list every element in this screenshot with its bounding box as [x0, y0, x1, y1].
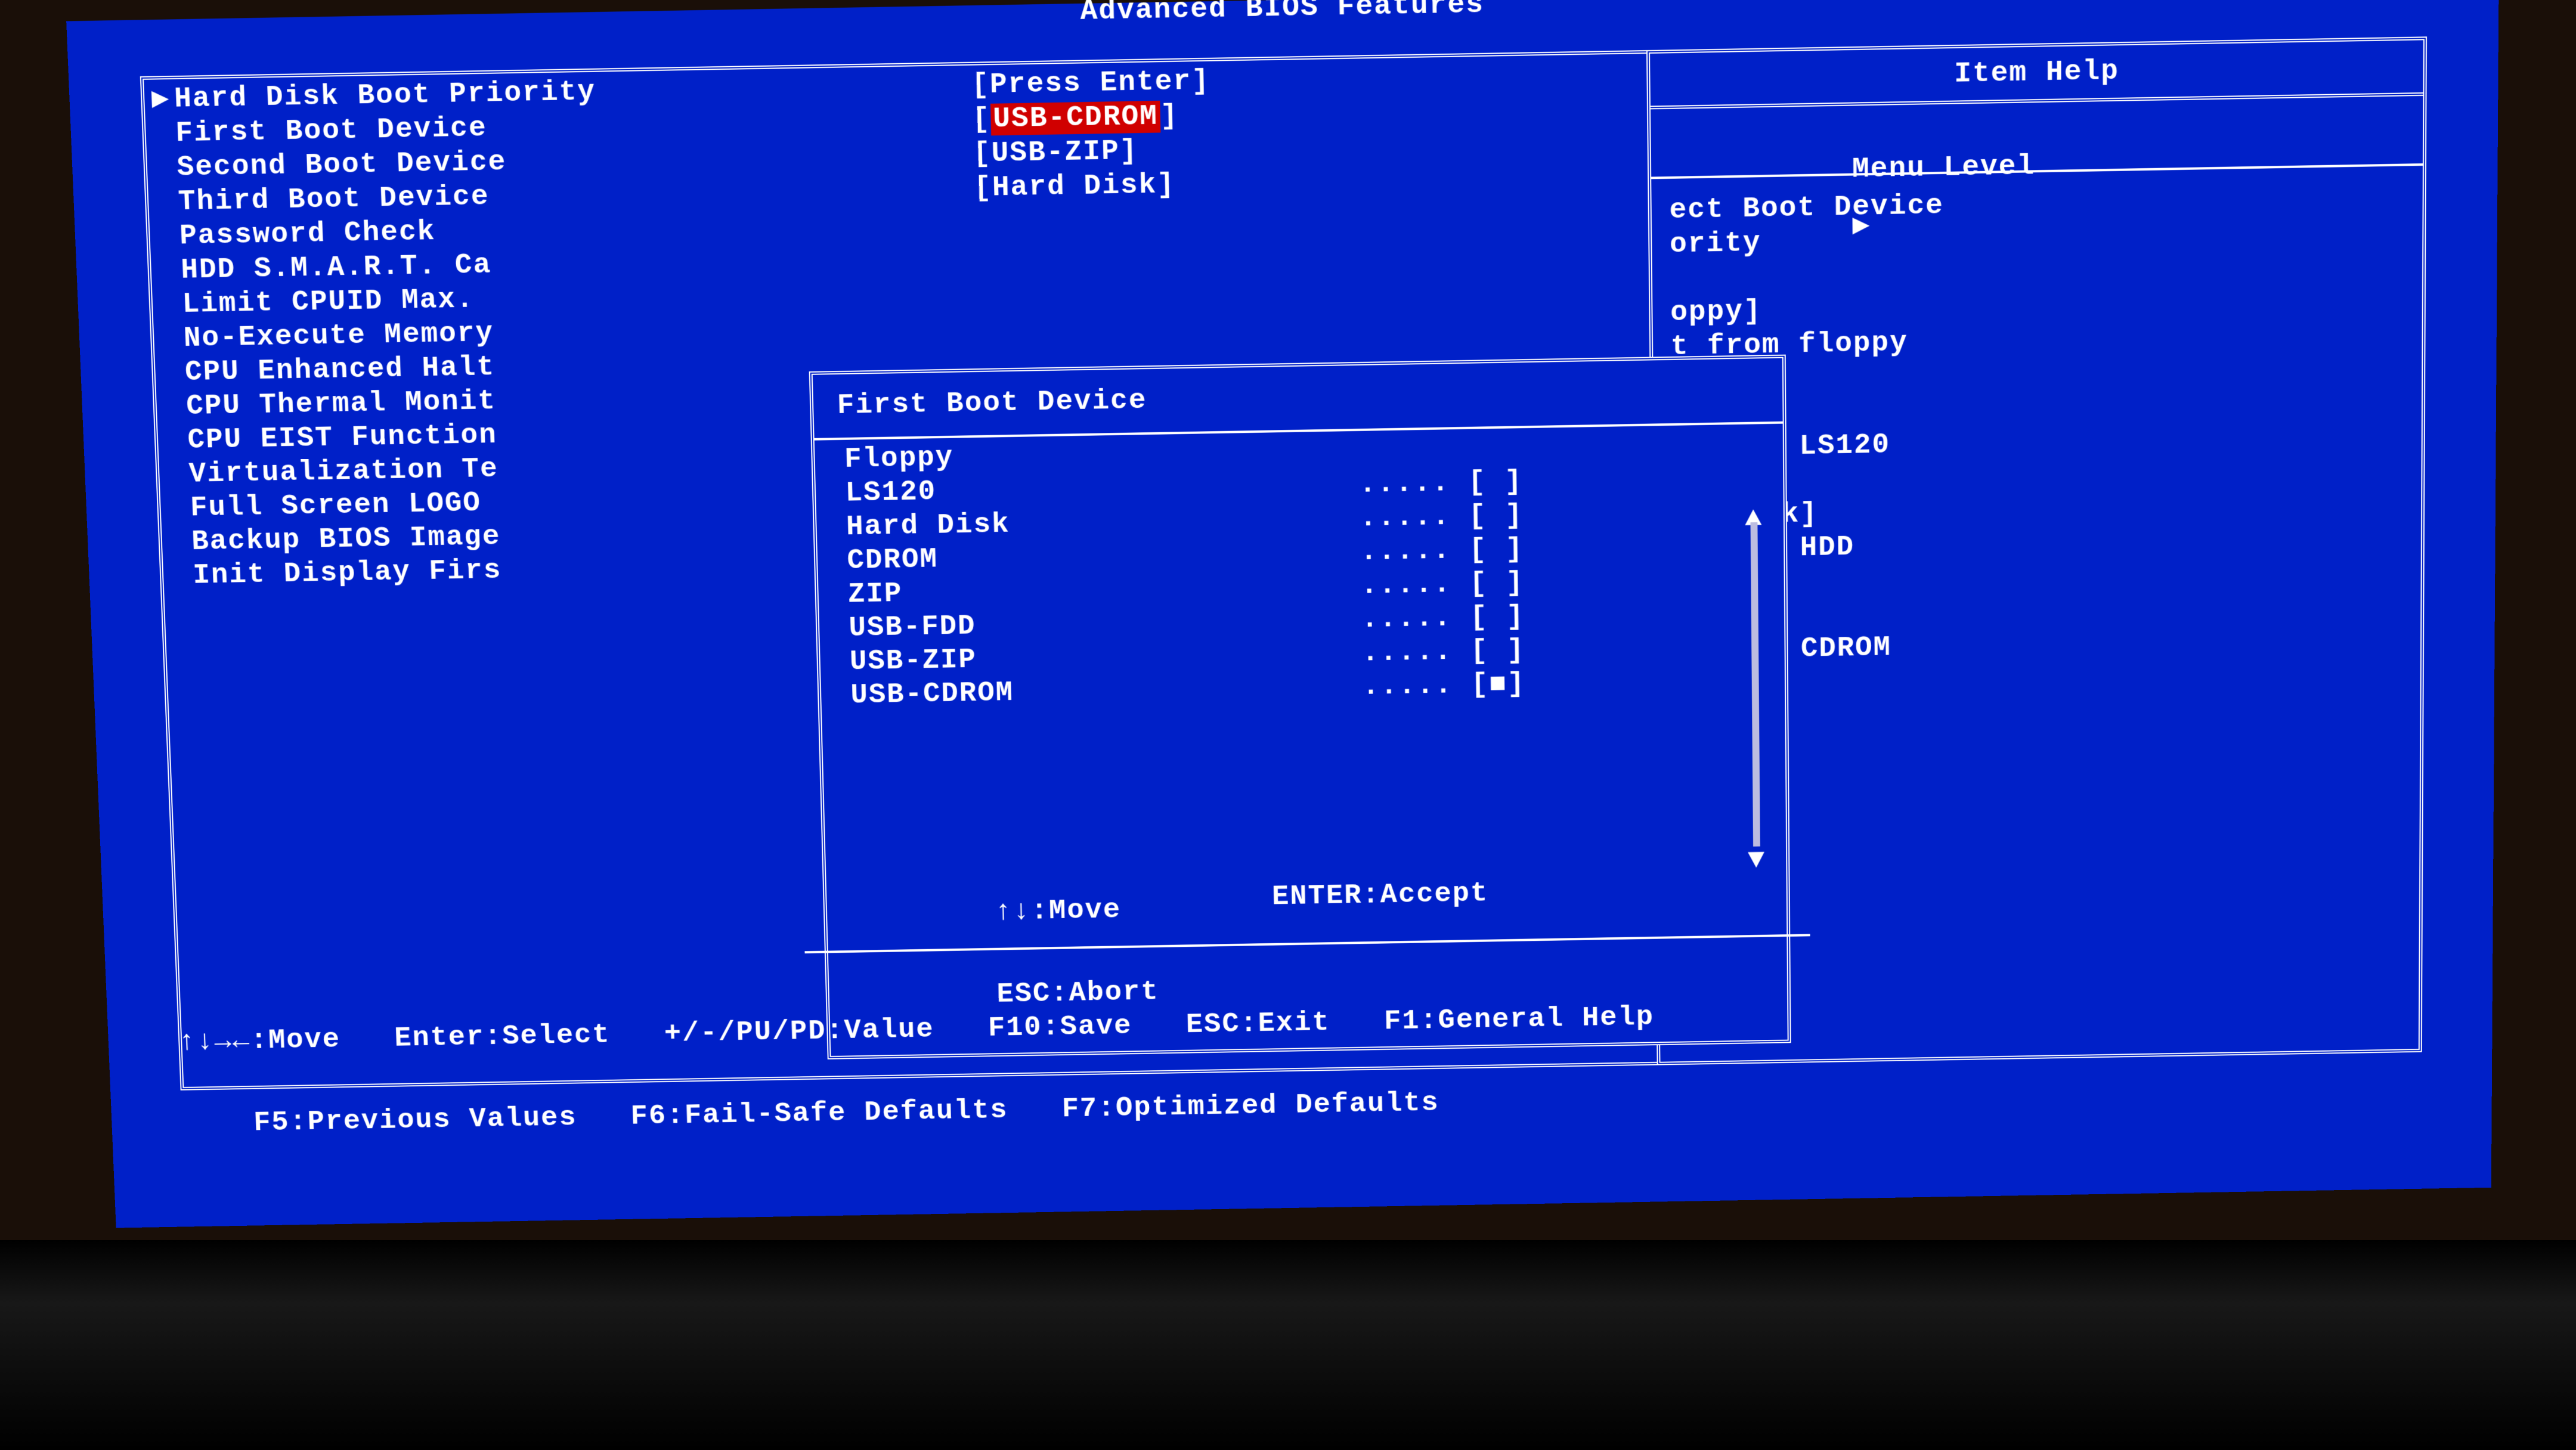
option-label: LS120 — [845, 476, 937, 509]
page-title: Advanced BIOS Features — [66, 0, 2499, 44]
setting-label: CPU Thermal Monit — [185, 386, 496, 423]
setting-label: Hard Disk Boot Priority — [174, 76, 596, 116]
legend-line-1: ↑↓→←:Move Enter:Select +/-/PU/PD:Value F… — [178, 990, 2423, 1056]
hint-accept: ENTER:Accept — [1272, 880, 1489, 911]
setting-label: Virtualization Te — [188, 454, 499, 491]
monitor-bezel — [0, 1240, 2576, 1450]
option-label: CDROM — [847, 544, 939, 577]
setting-value[interactable]: [USB-ZIP] — [973, 137, 1138, 168]
option-state: ..... [ ] — [1360, 502, 1524, 533]
setting-value[interactable]: [USB-CDROM] — [972, 102, 1179, 134]
item-help-title: Item Help — [1650, 40, 2423, 109]
setting-label: HDD S.M.A.R.T. Ca — [180, 249, 492, 286]
key-legend: ↑↓→←:Move Enter:Select +/-/PU/PD:Value F… — [176, 935, 2423, 1192]
popup-title: First Boot Device — [837, 376, 1759, 432]
option-label: ZIP — [847, 578, 903, 611]
scroll-up-icon[interactable]: ▲ — [1742, 504, 1766, 522]
setting-label: Init Display Firs — [193, 555, 502, 592]
main-frame: ▶Hard Disk Boot Priority [Press Enter] Fir… — [140, 36, 2427, 1090]
setting-label: CPU EIST Function — [187, 420, 498, 457]
option-state: ..... [■] — [1362, 670, 1525, 701]
option-state: ..... [ ] — [1361, 637, 1525, 667]
option-label: Floppy — [844, 442, 953, 476]
setting-value[interactable]: [Press Enter] — [971, 67, 1210, 100]
option-label: USB-FDD — [849, 611, 976, 644]
setting-label: First Boot Device — [175, 112, 487, 150]
setting-label: Backup BIOS Image — [191, 521, 501, 558]
legend-line-2: F5:Previous Values F6:Fail-Safe Defaults… — [181, 1073, 2422, 1138]
option-state: ..... [ ] — [1361, 569, 1525, 600]
scroll-track[interactable] — [1751, 522, 1760, 847]
setting-label: Full Screen LOGO — [190, 488, 482, 524]
bios-screen: 2008 Award Software Advanced BIOS Featur… — [66, 0, 2498, 1228]
setting-label: Limit CPUID Max. — [182, 284, 475, 321]
option-label: USB-CDROM — [850, 677, 1014, 711]
option-state: ..... [ ] — [1360, 535, 1524, 566]
option-state: ..... [ ] — [1361, 603, 1525, 633]
menu-level-row: Menu Level ▶ — [1668, 117, 2405, 165]
setting-label: Password Check — [179, 216, 436, 253]
option-label: Hard Disk — [846, 509, 1010, 543]
setting-label: CPU Enhanced Halt — [184, 352, 496, 389]
popup-scrollbar[interactable]: ▲ ▼ — [1742, 504, 1768, 864]
option-label: USB-ZIP — [849, 645, 977, 678]
option-state: ..... [ ] — [1359, 468, 1523, 499]
setting-label: Third Boot Device — [178, 181, 490, 218]
setting-label: Second Boot Device — [177, 147, 507, 184]
hint-move: ↑↓:Move — [995, 895, 1122, 928]
header: 2008 Award Software Advanced BIOS Featur… — [66, 0, 2499, 44]
setting-label: No-Execute Memory — [183, 318, 494, 355]
menu-level-label: Menu Level — [1852, 151, 2035, 186]
cursor-icon: ▶ — [151, 85, 171, 114]
setting-value[interactable]: [Hard Disk] — [974, 171, 1176, 203]
